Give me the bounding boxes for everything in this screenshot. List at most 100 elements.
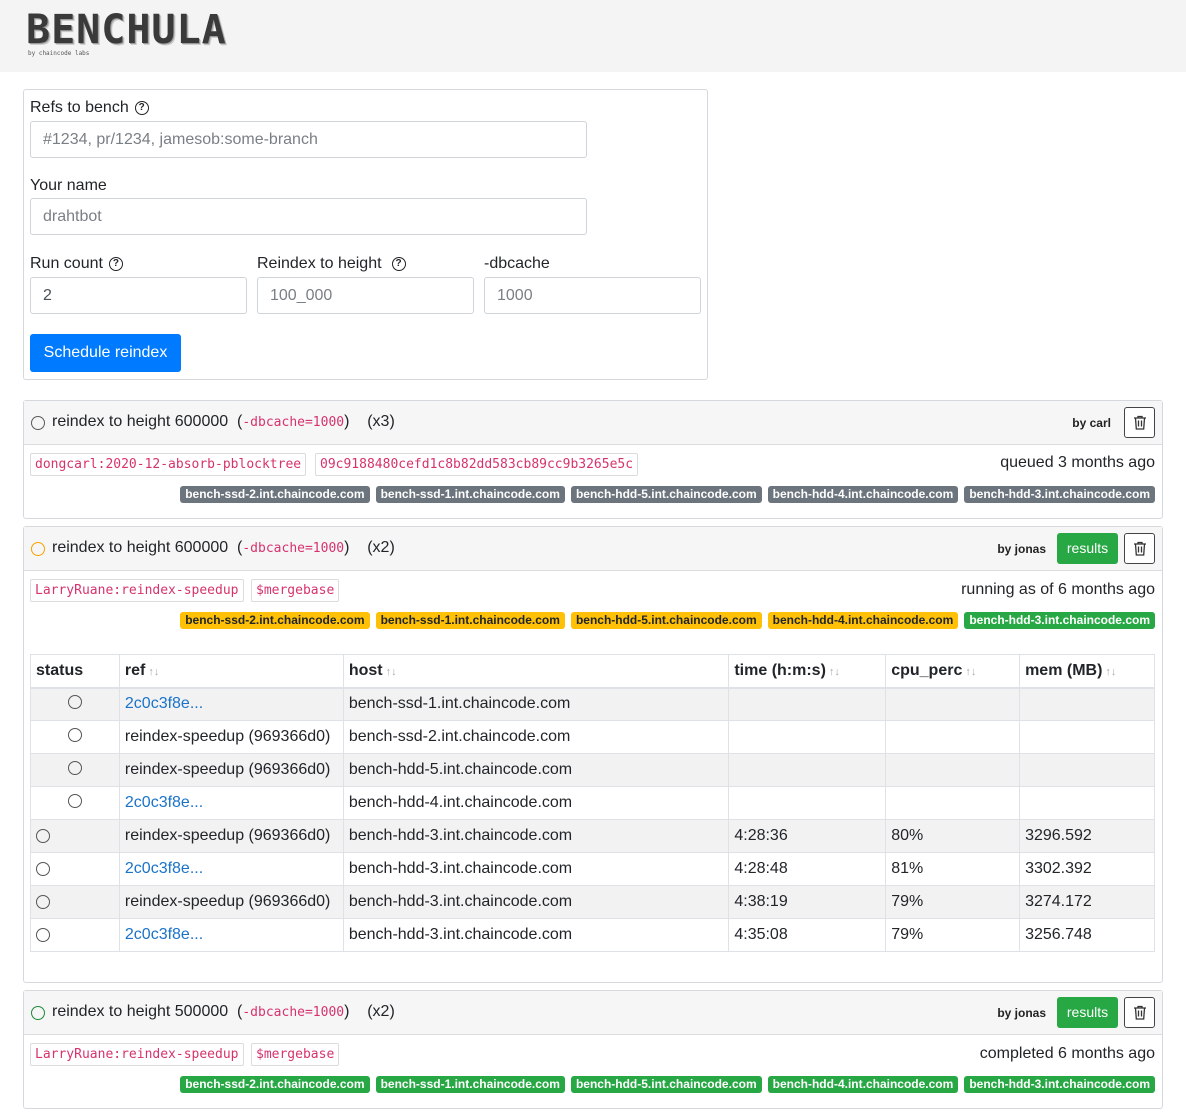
column-header-cpu[interactable]: cpu_perc ↑↓: [885, 654, 1021, 689]
time-cell: [728, 786, 887, 820]
cpu-cell: 79%: [885, 918, 1021, 952]
host-badge: bench-ssd-1.int.chaincode.com: [375, 1076, 565, 1093]
height-input[interactable]: 100_000: [257, 277, 474, 314]
job-title: reindex to height 600000 (-dbcache=1000)…: [52, 413, 395, 430]
done-status-icon: [36, 861, 50, 876]
name-input[interactable]: drahtbot: [30, 198, 587, 235]
host-cell: bench-hdd-3.int.chaincode.com: [342, 918, 730, 952]
job-header: reindex to height 600000 (-dbcache=1000)…: [24, 527, 1162, 571]
time-cell: [728, 753, 887, 787]
runs-table: status ref ↑↓ host ↑↓ time (h:m:s) ↑↓ cpu_p…: [30, 654, 1155, 952]
delete-button[interactable]: [1124, 533, 1155, 564]
delete-button[interactable]: [1124, 407, 1155, 438]
column-header-time[interactable]: time (h:m:s) ↑↓: [728, 654, 887, 689]
table-row: 2c0c3f8e... bench-ssd-1.int.chaincode.co…: [30, 687, 1155, 721]
column-header-host[interactable]: host ↑↓: [342, 654, 730, 689]
table-row: reindex-speedup (969366d0) bench-ssd-2.i…: [30, 720, 1155, 754]
running-status-icon: [67, 793, 82, 808]
sort-icon[interactable]: ↑↓: [1105, 666, 1116, 678]
cpu-cell: [885, 720, 1021, 754]
host-badge: bench-hdd-4.int.chaincode.com: [767, 612, 959, 629]
top-bar: BENCHULA by chaincode labs: [0, 0, 1186, 72]
cpu-cell: [885, 687, 1021, 721]
host-badge: bench-hdd-5.int.chaincode.com: [570, 612, 762, 629]
table-row: 2c0c3f8e... bench-hdd-3.int.chaincode.co…: [30, 918, 1155, 952]
host-badge: bench-ssd-1.int.chaincode.com: [375, 612, 565, 629]
name-label: Your name: [30, 177, 107, 194]
mem-cell: [1019, 786, 1155, 820]
job-header: reindex to height 600000 (-dbcache=1000)…: [24, 401, 1162, 445]
done-status-icon: [36, 894, 50, 909]
run-count-input[interactable]: 2: [30, 277, 247, 314]
time-cell: [728, 687, 887, 721]
host-badge: bench-ssd-2.int.chaincode.com: [180, 1076, 370, 1093]
job-title: reindex to height 600000 (-dbcache=1000)…: [52, 539, 395, 556]
run-count: (x2): [367, 1003, 395, 1020]
host-cell: bench-hdd-5.int.chaincode.com: [342, 753, 730, 787]
time-cell: 4:28:48: [728, 852, 887, 886]
cpu-cell: 79%: [885, 885, 1021, 919]
sort-icon[interactable]: ↑↓: [829, 666, 840, 678]
ref-link[interactable]: 2c0c3f8e...: [125, 695, 203, 712]
host-badge: bench-ssd-2.int.chaincode.com: [180, 612, 370, 629]
schedule-reindex-button[interactable]: Schedule reindex: [30, 334, 181, 372]
sort-icon[interactable]: ↑↓: [148, 666, 159, 678]
results-button[interactable]: results: [1057, 533, 1118, 564]
ref-cell: reindex-speedup (969366d0): [118, 819, 344, 853]
done-status-icon: [36, 828, 50, 843]
host-cell: bench-hdd-4.int.chaincode.com: [342, 786, 730, 820]
sort-icon[interactable]: ↑↓: [386, 666, 397, 678]
height-label: Reindex to height ?: [257, 255, 406, 273]
running-status-icon: [67, 727, 82, 742]
table-header-row: status ref ↑↓ host ↑↓ time (h:m:s) ↑↓ cpu_p…: [30, 654, 1155, 689]
host-cell: bench-hdd-3.int.chaincode.com: [342, 885, 730, 919]
job-author: by jonas: [997, 542, 1046, 556]
column-header-ref[interactable]: ref ↑↓: [118, 654, 344, 689]
brand-logo[interactable]: BENCHULA by chaincode labs: [26, 10, 227, 57]
run-count-label: Run count ?: [30, 255, 123, 273]
host-badges: bench-ssd-2.int.chaincode.com bench-ssd-…: [180, 612, 1155, 629]
ref-link[interactable]: 2c0c3f8e...: [125, 926, 203, 943]
dbcache-input[interactable]: 1000: [484, 277, 701, 314]
ref-tag: 09c9188480cefd1c8b82dd583cb89cc9b3265e5c: [315, 453, 639, 476]
ref-link[interactable]: 2c0c3f8e...: [125, 794, 203, 811]
job-card: reindex to height 500000 (-dbcache=1000)…: [23, 990, 1163, 1109]
table-row: reindex-speedup (969366d0) bench-hdd-3.i…: [30, 819, 1155, 853]
host-cell: bench-hdd-3.int.chaincode.com: [342, 819, 730, 853]
running-status-icon: [67, 760, 82, 775]
help-icon[interactable]: ?: [108, 257, 123, 271]
completed-status-icon: [31, 1006, 45, 1020]
refs-input[interactable]: #1234, pr/1234, jamesob:some-branch: [30, 121, 587, 158]
host-badge: bench-hdd-5.int.chaincode.com: [570, 486, 762, 503]
ref-link[interactable]: 2c0c3f8e...: [125, 860, 203, 877]
help-icon[interactable]: ?: [391, 257, 406, 271]
job-author: by jonas: [997, 1006, 1046, 1020]
results-button[interactable]: results: [1057, 997, 1118, 1028]
help-icon[interactable]: ?: [134, 101, 149, 115]
cpu-cell: 81%: [885, 852, 1021, 886]
column-header-mem[interactable]: mem (MB) ↑↓: [1019, 654, 1155, 689]
refs-label: Refs to bench ?: [30, 99, 149, 117]
mem-cell: 3296.592: [1019, 819, 1155, 853]
running-status-icon: [31, 542, 45, 556]
cpu-cell: [885, 753, 1021, 787]
job-author: by carl: [1072, 416, 1111, 430]
dbcache-code: -dbcache=1000: [242, 1005, 345, 1020]
delete-button[interactable]: [1124, 997, 1155, 1028]
host-badge: bench-hdd-4.int.chaincode.com: [767, 1076, 959, 1093]
ref-cell: reindex-speedup (969366d0): [118, 885, 344, 919]
trash-icon: [1133, 541, 1146, 556]
job-state: completed 6 months ago: [979, 1045, 1155, 1062]
host-badge: bench-hdd-5.int.chaincode.com: [570, 1076, 762, 1093]
host-cell: bench-ssd-2.int.chaincode.com: [342, 720, 730, 754]
ref-tag: $mergebase: [251, 579, 340, 602]
table-row: reindex-speedup (969366d0) bench-hdd-5.i…: [30, 753, 1155, 787]
sort-icon[interactable]: ↑↓: [965, 666, 976, 678]
schedule-form: Refs to bench ? #1234, pr/1234, jamesob:…: [23, 89, 708, 380]
trash-icon: [1133, 1005, 1146, 1020]
host-badges: bench-ssd-2.int.chaincode.com bench-ssd-…: [180, 1076, 1155, 1093]
time-cell: 4:28:36: [728, 819, 887, 853]
ref-tag: dongcarl:2020-12-absorb-pblocktree: [30, 453, 307, 476]
host-badge: bench-hdd-4.int.chaincode.com: [767, 486, 959, 503]
job-state: queued 3 months ago: [1000, 454, 1155, 471]
